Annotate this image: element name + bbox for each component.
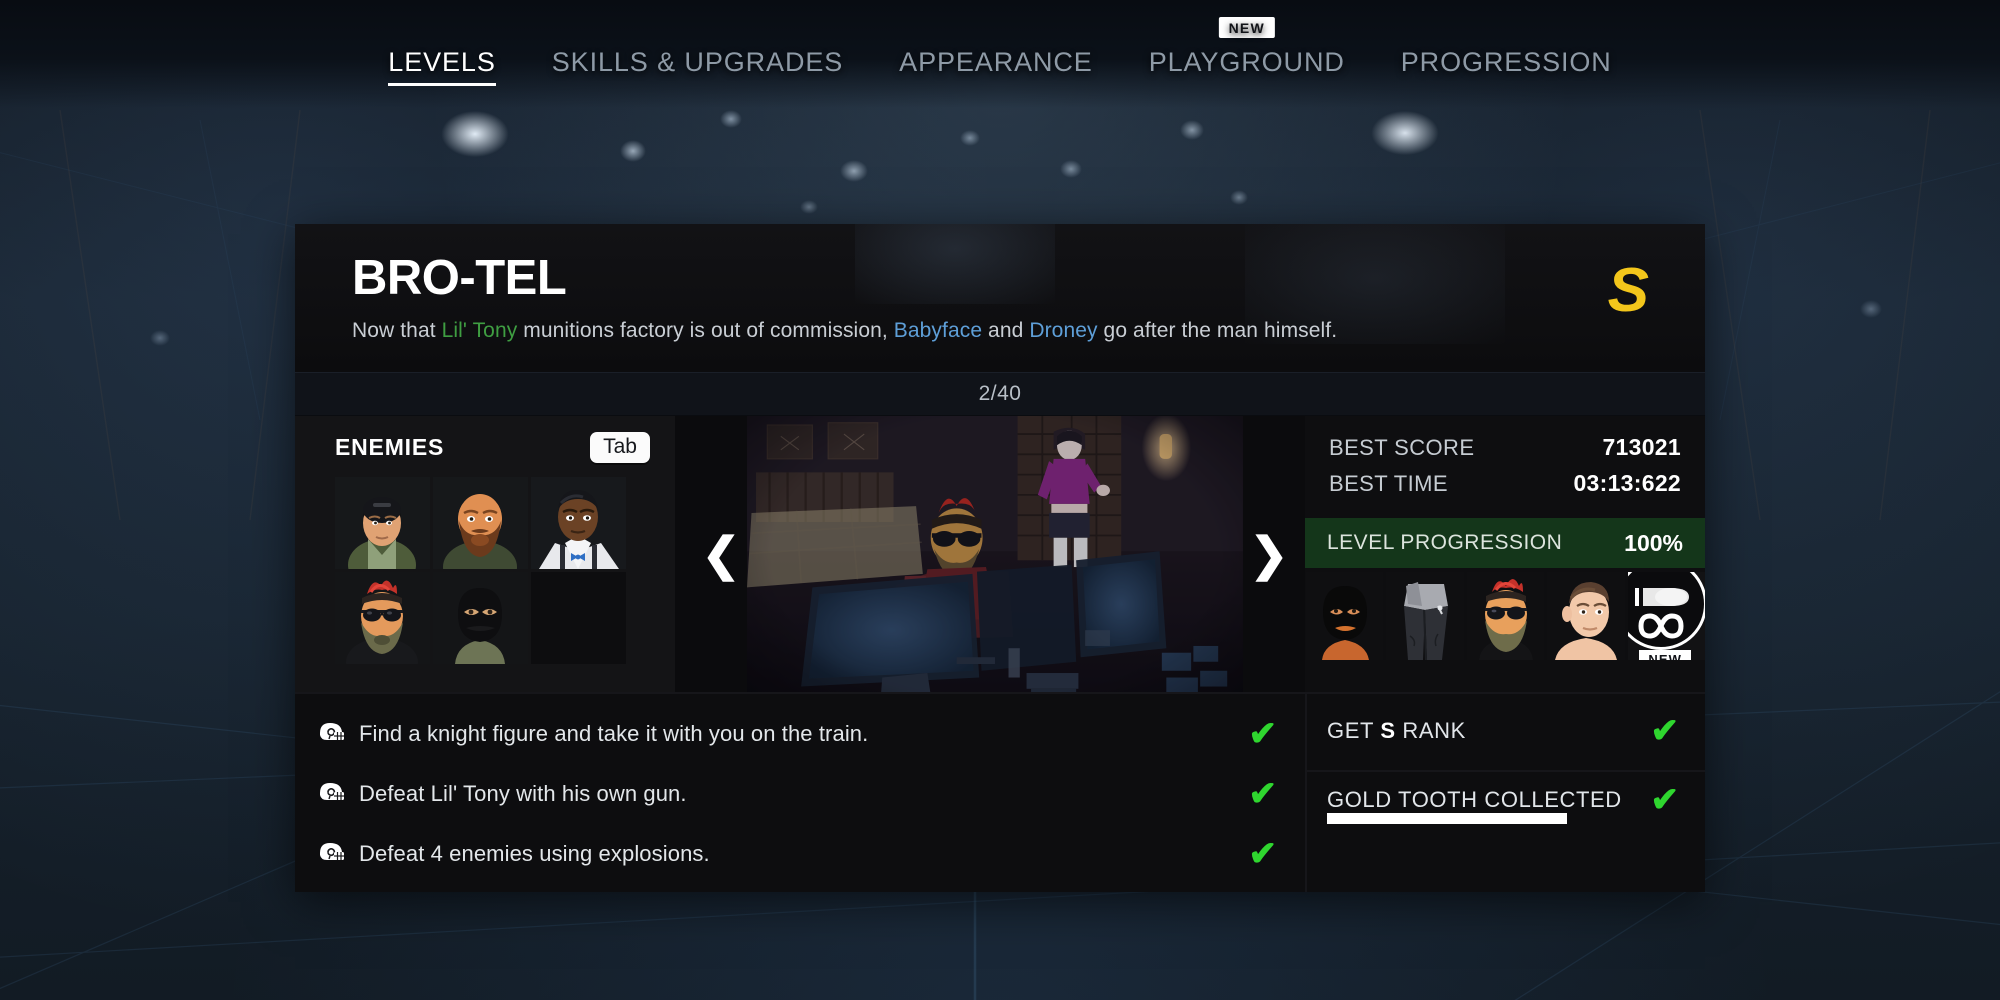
stat-value: 03:13:622: [1573, 470, 1681, 496]
helmet-icon: [317, 720, 347, 749]
objective-row: Defeat 4 enemies using explosions. ✔: [295, 824, 1305, 884]
nav-item-appearance[interactable]: APPEARANCE: [871, 47, 1121, 108]
achievement-row-gold-tooth: GOLD TOOTH COLLECTED ✔: [1307, 770, 1705, 828]
achievement-suffix: RANK: [1395, 718, 1466, 743]
objective-check-icon: ✔: [1248, 775, 1278, 813]
stat-value: 713021: [1602, 434, 1681, 460]
desc-character-droney: Droney: [1029, 319, 1098, 342]
nav-item-progression[interactable]: PROGRESSION: [1373, 47, 1640, 108]
level-description: Now that Lil' Tony munitions factory is …: [352, 319, 1705, 343]
new-badge: NEW: [1218, 17, 1275, 38]
progression-value: 100%: [1624, 529, 1683, 556]
unlock-item-infinite-ammo[interactable]: NEW: [1627, 572, 1706, 660]
nav-label: PLAYGROUND: [1148, 47, 1345, 77]
enemies-title: ENEMIES: [335, 434, 445, 460]
objective-text: Find a knight figure and take it with yo…: [359, 721, 869, 746]
level-header: BRO-TEL Now that Lil' Tony munitions fac…: [295, 224, 1705, 372]
achievement-label: GOLD TOOTH COLLECTED: [1327, 787, 1622, 812]
level-detail-panel: BRO-TEL Now that Lil' Tony munitions fac…: [295, 224, 1706, 892]
nav-label: SKILLS & UPGRADES: [551, 47, 844, 77]
objective-text: Defeat 4 enemies using explosions.: [359, 841, 710, 866]
level-bottom-row: Find a knight figure and take it with yo…: [295, 692, 1705, 892]
level-preview-image[interactable]: [747, 416, 1243, 692]
unlock-rewards-row: NEW: [1305, 572, 1706, 660]
level-counter: 2/40: [978, 382, 1022, 405]
unlock-item-mohawk-biker[interactable]: [1466, 572, 1545, 660]
objective-text: Defeat Lil' Tony with his own gun.: [359, 781, 687, 806]
stat-row-best-score: BEST SCORE 713021: [1329, 434, 1681, 461]
objective-check-icon: ✔: [1248, 715, 1278, 753]
stat-row-best-time: BEST TIME 03:13:622: [1329, 470, 1681, 497]
nav-item-playground[interactable]: NEW PLAYGROUND: [1121, 17, 1373, 108]
enemy-portrait-empty-slot: [531, 572, 626, 664]
gold-tooth-progress-bar: [1327, 813, 1567, 824]
helmet-icon: [317, 780, 347, 809]
enemy-portrait-grid: [335, 477, 675, 664]
unlock-item-grey-pants[interactable]: [1386, 572, 1464, 660]
desc-part: Now that: [352, 319, 442, 342]
achievements-list: GET S RANK ✔ GOLD TOOTH COLLECTED ✔: [1305, 694, 1705, 892]
desc-part: munitions factory is out of commission,: [517, 319, 894, 342]
desc-part: and: [982, 319, 1030, 342]
progression-label: LEVEL PROGRESSION: [1327, 531, 1563, 554]
enemy-portrait-bowtie-boss[interactable]: [531, 477, 626, 569]
level-middle-row: ENEMIES Tab ❮ ❯ BEST SCORE 713021 BEST T…: [295, 416, 1706, 692]
rank-badge: S: [1607, 256, 1649, 325]
nav-label: PROGRESSION: [1400, 47, 1612, 77]
unlock-item-balaclava-head[interactable]: [1306, 572, 1384, 660]
nav-active-underline: [388, 83, 496, 86]
best-stats-box: BEST SCORE 713021 BEST TIME 03:13:622: [1305, 416, 1705, 512]
enemies-section: ENEMIES Tab: [295, 416, 675, 692]
main-navigation: LEVELS SKILLS & UPGRADES APPEARANCE NEW …: [0, 0, 2000, 108]
enemy-portrait-bearded-brawler[interactable]: [433, 477, 528, 569]
enemy-portrait-bandana-thug[interactable]: [335, 477, 430, 569]
chevron-right-icon[interactable]: ❯: [1243, 531, 1295, 577]
desc-part: go after the man himself.: [1097, 319, 1338, 342]
level-preview-carousel: ❮ ❯: [675, 416, 1305, 692]
level-progression-bar: LEVEL PROGRESSION 100%: [1305, 518, 1705, 568]
achievement-check-icon: ✔: [1650, 781, 1680, 819]
achievement-row-s-rank: GET S RANK ✔: [1307, 702, 1705, 760]
desc-character-babyface: Babyface: [893, 319, 983, 342]
objective-check-icon: ✔: [1248, 835, 1278, 873]
level-counter-strip: 2/40: [295, 372, 1705, 416]
nav-item-levels[interactable]: LEVELS: [360, 47, 523, 108]
stat-label: BEST TIME: [1329, 471, 1448, 496]
achievement-prefix: GET: [1327, 718, 1381, 743]
chevron-left-icon[interactable]: ❮: [695, 531, 747, 577]
achievement-highlight: S: [1380, 718, 1396, 743]
tab-key-hint[interactable]: Tab: [590, 432, 650, 463]
objective-row: Find a knight figure and take it with yo…: [295, 704, 1305, 764]
enemies-header: ENEMIES Tab: [335, 432, 675, 463]
achievement-check-icon: ✔: [1650, 712, 1680, 750]
achievement-label: GET S RANK: [1327, 718, 1466, 744]
infinite-ammo-icon: [1627, 572, 1706, 650]
nav-item-skills-upgrades[interactable]: SKILLS & UPGRADES: [524, 47, 871, 108]
unlock-item-shirtless-bro[interactable]: [1547, 572, 1625, 660]
stat-label: BEST SCORE: [1329, 435, 1475, 460]
desc-character-lil-tony: Lil' Tony: [441, 319, 518, 342]
level-title: BRO-TEL: [352, 251, 567, 305]
enemy-portrait-mohawk-biker[interactable]: [335, 572, 430, 664]
new-badge: NEW: [1639, 650, 1692, 660]
nav-label: LEVELS: [388, 47, 496, 77]
objective-row: Defeat Lil' Tony with his own gun. ✔: [295, 764, 1305, 824]
level-stats-section: BEST SCORE 713021 BEST TIME 03:13:622 LE…: [1305, 416, 1706, 692]
nav-label: APPEARANCE: [899, 47, 1093, 77]
objectives-list: Find a knight figure and take it with yo…: [295, 694, 1305, 892]
gold-tooth-progress-wrap: GOLD TOOTH COLLECTED: [1327, 787, 1651, 824]
helmet-icon: [317, 840, 347, 869]
enemy-portrait-balaclava-goon[interactable]: [433, 572, 528, 664]
